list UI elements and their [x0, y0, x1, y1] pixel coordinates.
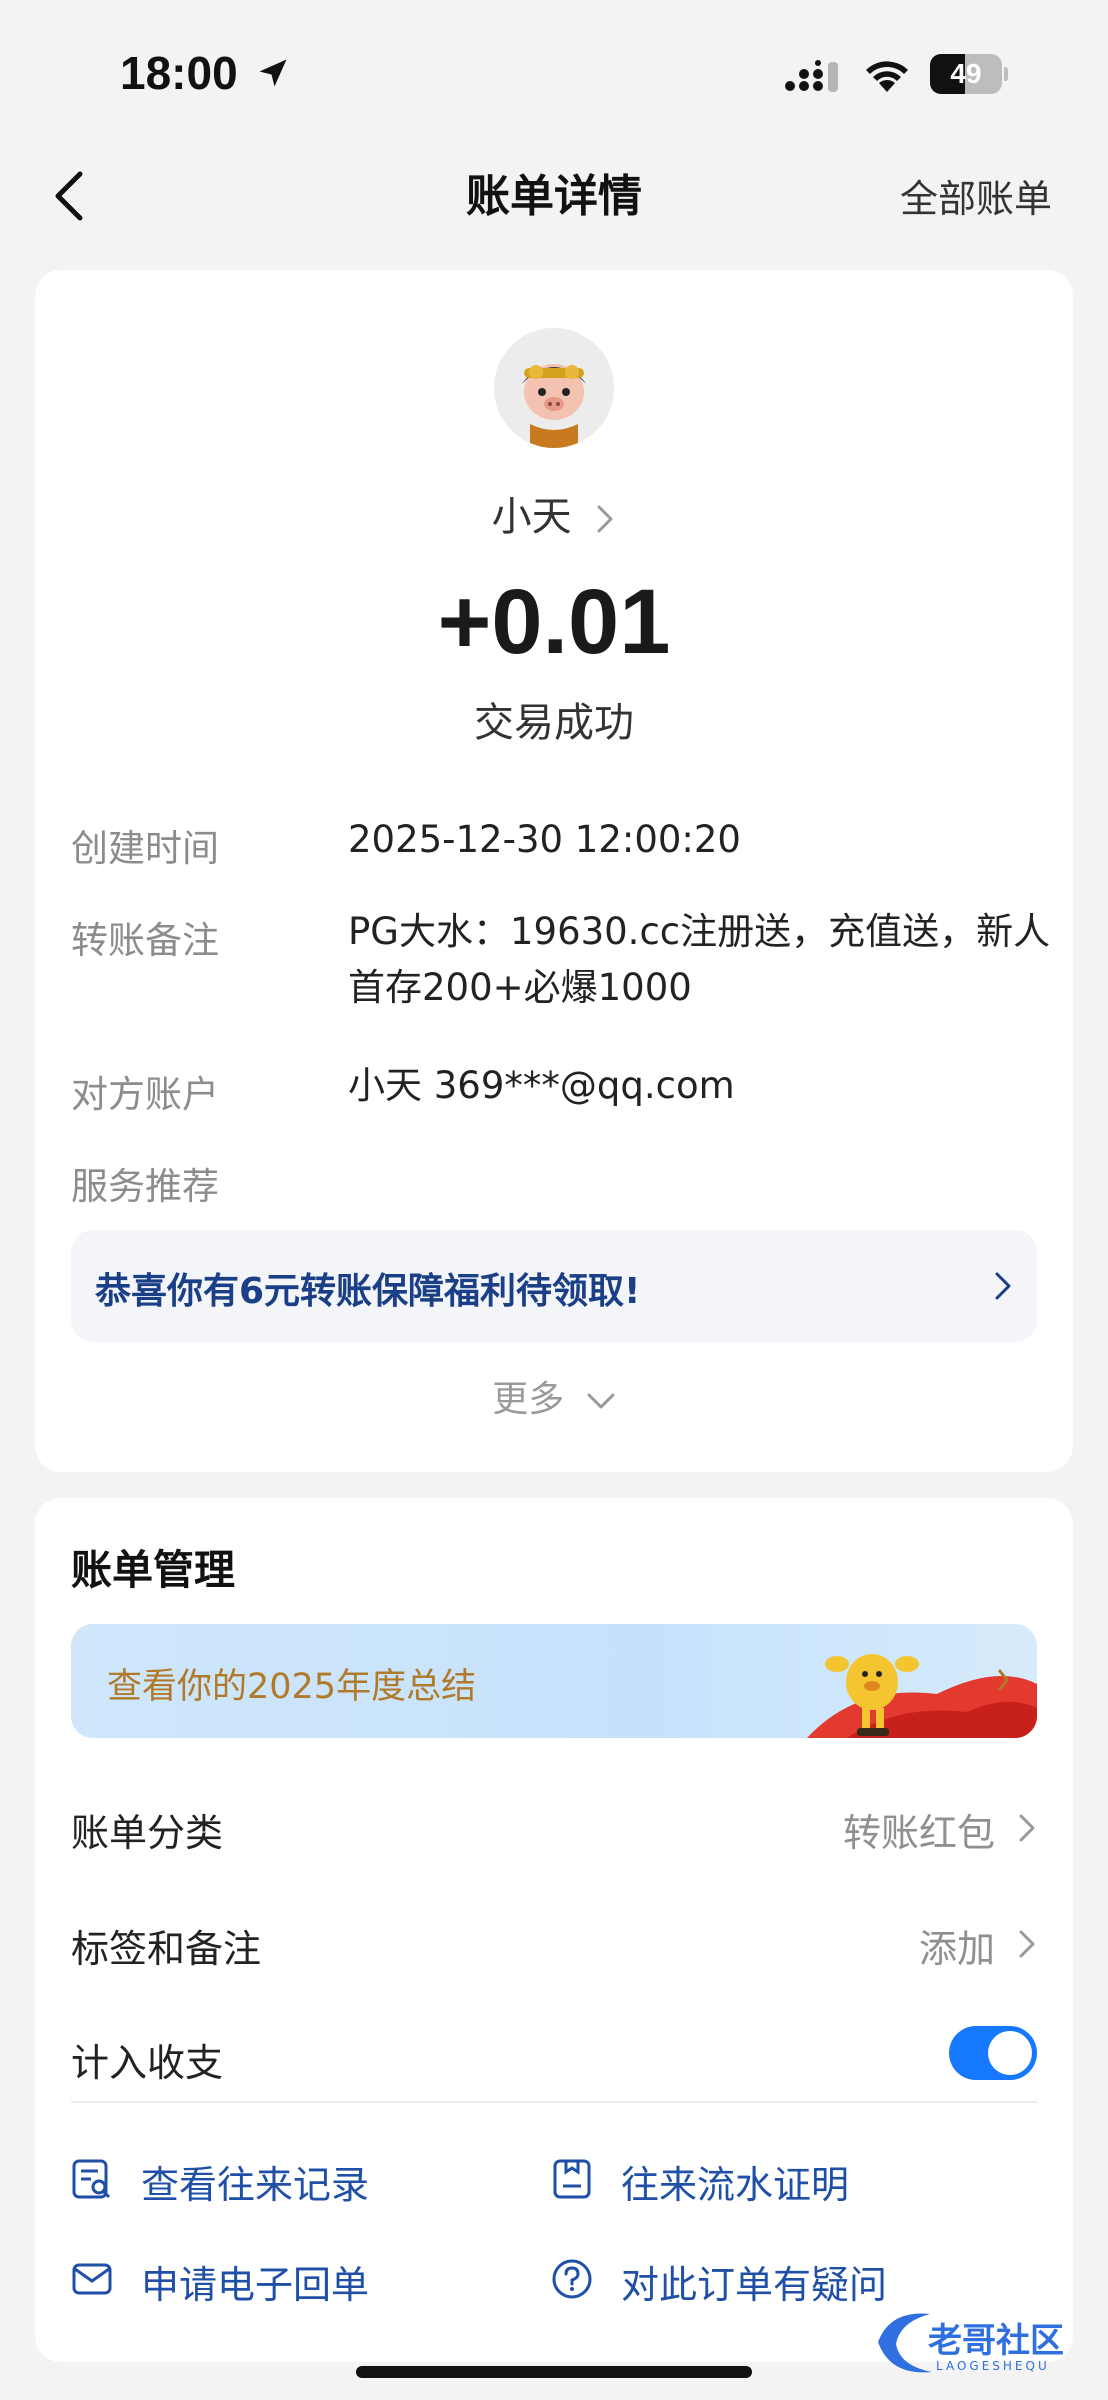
- transfer-note-label: 转账备注: [71, 919, 219, 962]
- watermark-logo: 老哥社区 LAOGESHEQU: [878, 2313, 1064, 2373]
- amount: +0.01: [437, 571, 671, 673]
- more-label: 更多: [492, 1379, 565, 1420]
- statement-icon: [553, 2159, 591, 2199]
- location-arrow-icon: [259, 59, 287, 87]
- chevron-right-icon: [597, 505, 613, 533]
- view-records-action[interactable]: 查看往来记录: [71, 2144, 531, 2214]
- e-receipt-label: 申请电子回单: [141, 2263, 370, 2307]
- payee-label: 小天: [491, 494, 572, 540]
- mascot-illustration: [807, 1654, 1037, 1738]
- battery-indicator: 49: [930, 54, 1008, 94]
- tags-notes-label: 标签和备注: [71, 1927, 262, 1971]
- svg-text:LAOGESHEQU: LAOGESHEQU: [936, 2359, 1050, 2373]
- svg-text:老哥社区: 老哥社区: [928, 2321, 1064, 2361]
- view-records-label: 查看往来记录: [141, 2163, 370, 2207]
- all-bills-link[interactable]: 全部账单: [900, 168, 1052, 223]
- created-time-value: 2025-12-30 12:00:20: [348, 818, 741, 861]
- include-in-stats-label: 计入收支: [71, 2041, 224, 2085]
- e-receipt-action[interactable]: 申请电子回单: [71, 2244, 531, 2314]
- divider: [71, 2101, 1037, 2103]
- pig-avatar-icon: [494, 328, 614, 448]
- bill-category-value: 转账红包: [842, 1811, 995, 1855]
- tags-notes-row[interactable]: 标签和备注 添加: [71, 1906, 1037, 1986]
- more-toggle[interactable]: 更多: [35, 1370, 1073, 1422]
- include-in-stats-toggle[interactable]: [949, 2026, 1037, 2080]
- cellular-signal-icon: [785, 60, 838, 92]
- promo-text: 恭喜你有6元转账保障福利待领取!: [95, 1271, 641, 1312]
- transfer-note-value: PG大水：19630.cc注册送，充值送，新人首存200+必爆1000: [348, 910, 1051, 1009]
- payee-name[interactable]: 小天: [35, 484, 1073, 542]
- tags-notes-value: 添加: [918, 1927, 995, 1971]
- include-in-stats-row: 计入收支: [71, 2020, 1037, 2100]
- wifi-icon: [866, 61, 908, 92]
- promo-banner[interactable]: 恭喜你有6元转账保障福利待领取!: [71, 1230, 1037, 1342]
- question-icon: [552, 2259, 592, 2299]
- section-title: 账单管理: [71, 1546, 235, 1594]
- bill-management-card: 账单管理 查看你的2025年度总结 账单分类 转账红包 标签和备注 添加 计入收…: [35, 1498, 1073, 2362]
- chevron-right-icon: [995, 1272, 1011, 1300]
- mail-icon: [72, 2263, 112, 2295]
- order-question-label: 对此订单有疑问: [621, 2263, 888, 2307]
- transaction-status: 交易成功: [474, 700, 634, 746]
- statement-proof-label: 往来流水证明: [621, 2163, 850, 2207]
- service-recommend-label: 服务推荐: [71, 1165, 219, 1208]
- home-indicator: [356, 2366, 752, 2378]
- created-time-label: 创建时间: [71, 827, 219, 870]
- bill-category-label: 账单分类: [71, 1811, 224, 1855]
- counterparty-value: 小天 369***@qq.com: [348, 1064, 735, 1107]
- counterparty-label: 对方账户: [71, 1073, 219, 1116]
- record-search-icon: [72, 2159, 111, 2199]
- battery-level: 49: [950, 58, 982, 89]
- chevron-right-icon: [1019, 1814, 1035, 1842]
- annual-summary-banner[interactable]: 查看你的2025年度总结: [71, 1624, 1037, 1738]
- chevron-right-icon: [1019, 1930, 1035, 1958]
- bill-category-row[interactable]: 账单分类 转账红包: [71, 1790, 1037, 1870]
- status-bar: 18:00 49: [0, 0, 1108, 140]
- status-time: 18:00: [120, 47, 238, 99]
- annual-summary-text: 查看你的2025年度总结: [107, 1667, 477, 1707]
- statement-proof-action[interactable]: 往来流水证明: [551, 2144, 1031, 2214]
- avatar[interactable]: [494, 328, 614, 448]
- chevron-down-icon: [587, 1393, 615, 1409]
- transaction-card: 小天 +0.01 交易成功 创建时间 2025-12-30 12:00:20 转…: [35, 270, 1073, 1472]
